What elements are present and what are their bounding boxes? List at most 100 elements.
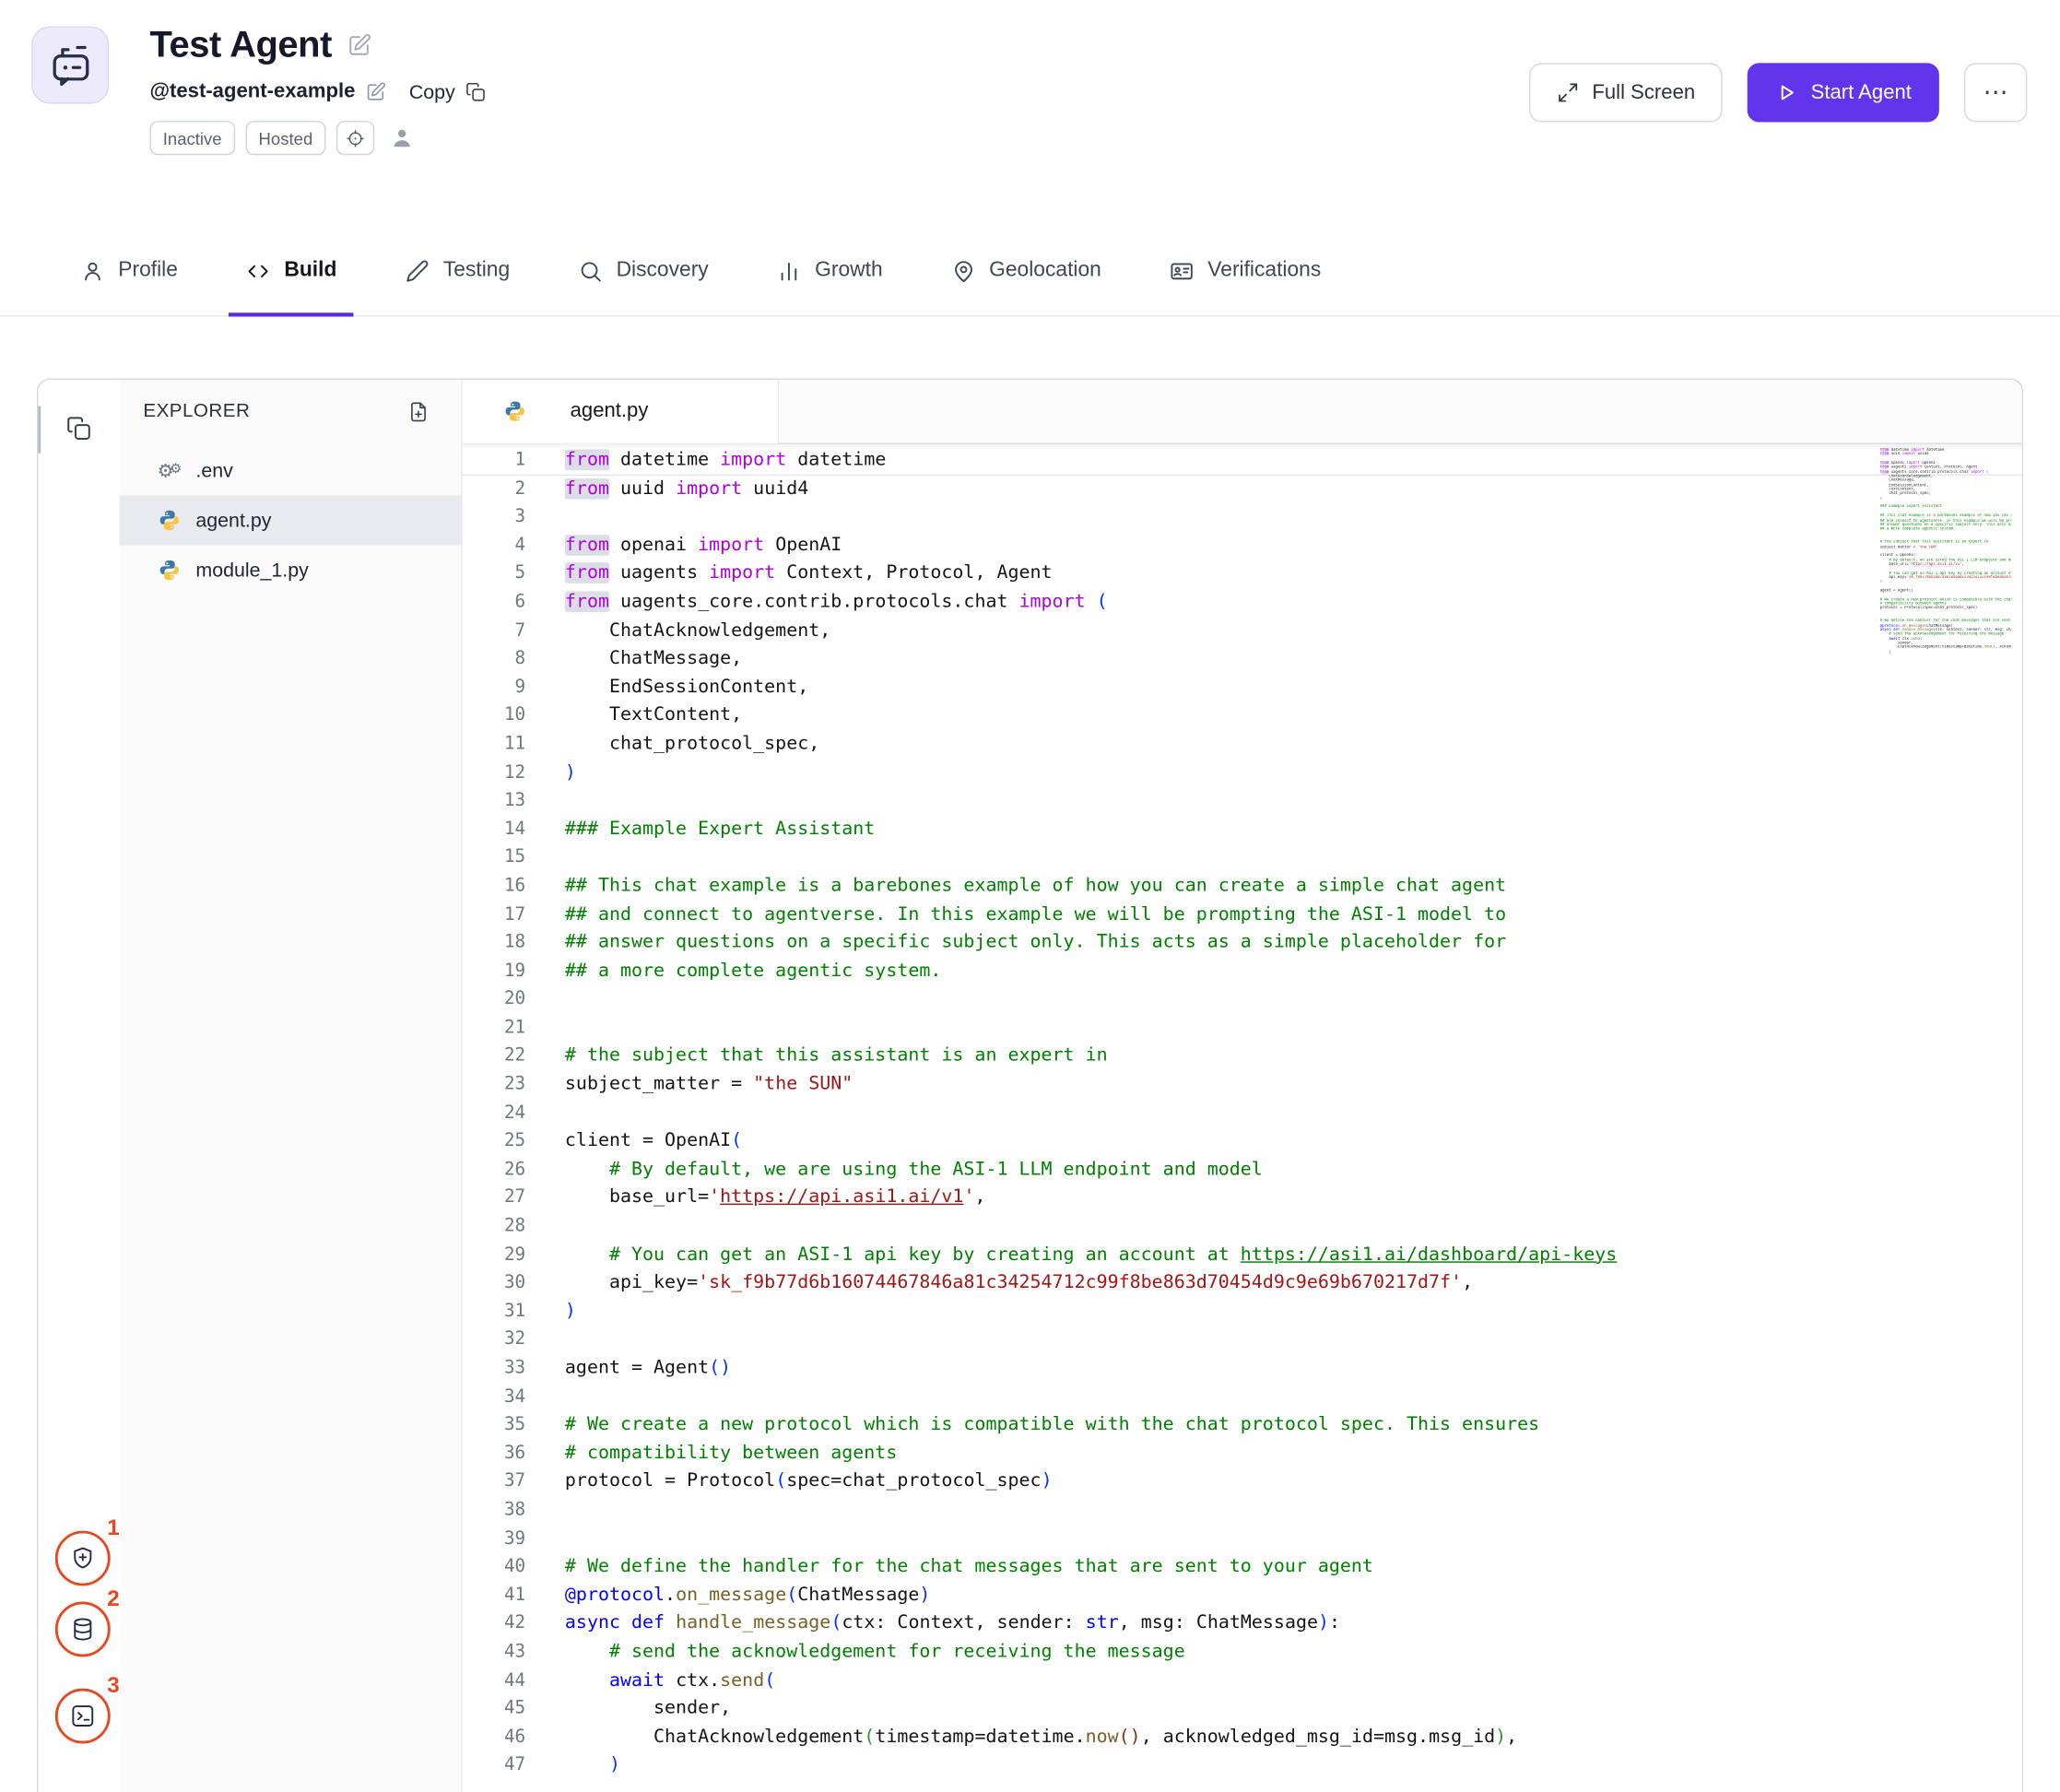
explorer-panel: EXPLORER ⚙⚙ .env agent.py [120,380,463,1792]
line-number: 36 [463,1440,525,1468]
copy-address-label[interactable]: Copy [409,81,455,103]
code-line[interactable]: 7 ChatAcknowledgement, [463,617,2022,645]
code-line[interactable]: 34 [463,1383,2022,1411]
line-number: 9 [463,674,525,702]
code-line[interactable]: 22# the subject that this assistant is a… [463,1043,2022,1071]
code-line[interactable]: 36# compatibility between agents [463,1440,2022,1468]
code-line[interactable]: 42async def handle_message(ctx: Context,… [463,1610,2022,1639]
code-line[interactable]: 32 [463,1326,2022,1355]
tab-bar: Profile Build Testing Discovery Growth G… [0,226,2060,316]
code-line[interactable]: 46 ChatAcknowledgement(timestamp=datetim… [463,1724,2022,1752]
edit-title-icon[interactable] [347,32,371,57]
code-line[interactable]: 43 # send the acknowledgement for receiv… [463,1638,2022,1667]
terminal-icon[interactable] [55,1689,111,1744]
copy-code-icon[interactable] [65,415,92,442]
tab-build[interactable]: Build [230,226,354,315]
code-line[interactable]: 27 base_url='https://api.asi1.ai/v1', [463,1185,2022,1213]
database-icon[interactable] [55,1602,111,1657]
target-badge[interactable] [336,121,374,155]
code-line[interactable]: 47 ) [463,1751,2022,1780]
file-item-module-1-py[interactable]: module_1.py [120,546,462,595]
code-line[interactable]: 30 api_key='sk_f9b77d6b16074467846a81c34… [463,1269,2022,1298]
header: Test Agent @test-agent-example Copy Inac… [0,0,2060,226]
robot-chat-icon [48,42,92,87]
code-line[interactable]: 10 TextContent, [463,702,2022,731]
code-line[interactable]: 25client = OpenAI( [463,1127,2022,1156]
search-icon [578,258,603,283]
code-line[interactable]: 21 [463,1014,2022,1043]
code-line[interactable]: 37protocol = Protocol(spec=chat_protocol… [463,1468,2022,1497]
tab-testing[interactable]: Testing [388,226,527,315]
tab-growth[interactable]: Growth [759,226,900,315]
code-editor: agent.py 1from datetime import datetime2… [463,380,2022,1792]
code-line[interactable]: 23subject_matter = "the SUN" [463,1071,2022,1100]
line-number: 38 [463,1496,525,1525]
gear-icon: ⚙⚙ [157,461,183,479]
new-file-icon[interactable] [407,400,430,422]
code-line[interactable]: 2from uuid import uuid4 [463,475,2022,503]
tab-geolocation[interactable]: Geolocation [934,226,1118,315]
code-line[interactable]: 1from datetime import datetime [463,447,2022,476]
tab-verifications[interactable]: Verifications [1152,226,1337,315]
agent-handle: @test-agent-example [149,80,355,104]
tab-profile[interactable]: Profile [63,226,194,315]
line-number: 24 [463,1100,525,1128]
code-line[interactable]: 18## answer questions on a specific subj… [463,929,2022,958]
code-line[interactable]: 45 sender, [463,1695,2022,1724]
edit-handle-icon[interactable] [366,81,387,102]
code-line[interactable]: 20 [463,985,2022,1014]
code-line[interactable]: 16## This chat example is a barebones ex… [463,872,2022,901]
line-number: 8 [463,645,525,674]
code-area[interactable]: 1from datetime import datetime2from uuid… [463,442,2022,1792]
annotation-3: 3 [53,1675,122,1743]
more-button[interactable]: ⋯ [1964,63,2027,122]
code-line[interactable]: 15 [463,844,2022,873]
annotation-1: 1 [53,1517,122,1586]
id-card-icon [1170,258,1195,283]
code-line[interactable]: 12) [463,759,2022,787]
code-line[interactable]: 5from uagents import Context, Protocol, … [463,560,2022,589]
code-line[interactable]: 33agent = Agent() [463,1355,2022,1384]
shield-icon[interactable] [55,1531,111,1586]
code-line[interactable]: 28 [463,1213,2022,1242]
line-number: 11 [463,730,525,759]
file-item-env[interactable]: ⚙⚙ .env [120,445,462,495]
tab-discovery[interactable]: Discovery [561,226,726,315]
line-number: 21 [463,1014,525,1043]
code-line[interactable]: 8 ChatMessage, [463,645,2022,674]
editor-tab-label: agent.py [571,399,649,423]
code-line[interactable]: 9 EndSessionContent, [463,674,2022,702]
code-line[interactable]: 6from uagents_core.contrib.protocols.cha… [463,589,2022,618]
start-agent-button[interactable]: Start Agent [1748,63,1939,122]
code-line[interactable]: 11 chat_protocol_spec, [463,730,2022,759]
code-line[interactable]: 17## and connect to agentverse. In this … [463,901,2022,929]
line-number: 3 [463,503,525,532]
code-line[interactable]: 4from openai import OpenAI [463,532,2022,560]
copy-icon[interactable] [465,81,487,102]
file-item-agent-py[interactable]: agent.py [120,495,462,545]
code-line[interactable]: 19## a more complete agentic system. [463,958,2022,986]
code-line[interactable]: 44 await ctx.send( [463,1667,2022,1695]
code-line[interactable]: 29 # You can get an ASI-1 api key by cre… [463,1241,2022,1269]
minimap[interactable]: from datetime import datetimefrom uuid i… [1880,448,2012,671]
ellipsis-icon: ⋯ [1983,77,2008,108]
code-line[interactable]: 40# We define the handler for the chat m… [463,1553,2022,1582]
full-screen-button[interactable]: Full Screen [1529,63,1723,122]
code-line[interactable]: 3 [463,503,2022,532]
annotation-number: 1 [107,1515,119,1541]
bar-chart-icon [777,258,802,283]
code-line[interactable]: 26 # By default, we are using the ASI-1 … [463,1156,2022,1185]
code-line[interactable]: 14### Example Expert Assistant [463,816,2022,844]
code-line[interactable]: 13 [463,787,2022,816]
code-line[interactable]: 31) [463,1298,2022,1326]
editor-tab-agent-py[interactable]: agent.py [463,380,780,442]
code-line[interactable]: 35# We create a new protocol which is co… [463,1411,2022,1440]
pen-icon [406,258,430,283]
file-name: .env [195,459,232,481]
code-line[interactable]: 38 [463,1496,2022,1525]
line-number: 1 [463,447,525,476]
code-line[interactable]: 39 [463,1525,2022,1553]
code-line[interactable]: 24 [463,1100,2022,1128]
expand-icon [1557,81,1579,103]
code-line[interactable]: 41@protocol.on_message(ChatMessage) [463,1582,2022,1610]
